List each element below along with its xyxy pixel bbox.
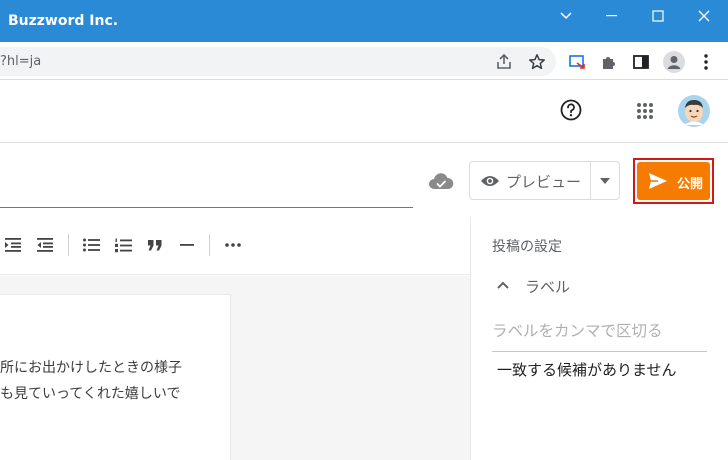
- editor-text-line: も見ていってくれた嬉しいで: [0, 386, 181, 402]
- maximize-button[interactable]: [635, 0, 681, 32]
- user-avatar-icon: [678, 95, 710, 127]
- toolbar-divider: [209, 234, 210, 256]
- share-button[interactable]: [494, 52, 514, 72]
- minimize-icon: [606, 15, 617, 17]
- quote-button[interactable]: [145, 235, 165, 255]
- editor-text-viewport: 所にお出かけしたときの様子 も見ていってくれた嬉しいで: [0, 295, 214, 460]
- address-url: ?hl=ja: [0, 54, 42, 69]
- numbered-list-button[interactable]: [113, 235, 133, 255]
- preview-button[interactable]: プレビュー: [469, 161, 620, 200]
- account-avatar-button[interactable]: [677, 94, 711, 128]
- kebab-menu-icon: [704, 54, 708, 70]
- horizontal-rule-button[interactable]: [177, 235, 197, 255]
- post-settings-panel: 投稿の設定 ラベル 一致する候補がありません: [470, 217, 728, 460]
- profile-avatar-icon: [663, 51, 685, 73]
- publish-button[interactable]: 公開: [637, 162, 710, 200]
- indent-decrease-icon: [37, 238, 53, 252]
- editor-text-line: 所にお出かけしたときの様子: [0, 360, 182, 376]
- help-button[interactable]: [559, 98, 583, 122]
- publish-label: 公開: [677, 177, 704, 192]
- indent-button[interactable]: [4, 235, 24, 255]
- extensions-button[interactable]: [599, 52, 619, 72]
- chevron-up-icon: [497, 281, 509, 289]
- puzzle-icon: [603, 57, 615, 69]
- profile-button[interactable]: [662, 50, 686, 74]
- address-bar[interactable]: ?hl=ja: [0, 47, 556, 76]
- labels-section-header[interactable]: ラベル: [525, 276, 570, 297]
- toolbar-divider: [68, 234, 69, 256]
- window-title: Buzzword Inc.: [8, 13, 119, 29]
- preview-dropdown-button[interactable]: [591, 162, 619, 199]
- bookmark-star-button[interactable]: [527, 52, 547, 72]
- browser-toolbar: ?hl=ja: [0, 42, 728, 80]
- labels-collapse-button[interactable]: [496, 278, 510, 292]
- preview-label: プレビュー: [506, 173, 582, 191]
- horizontal-rule-icon: [180, 244, 194, 246]
- star-icon: [529, 54, 545, 70]
- apps-grid-icon: [637, 103, 653, 119]
- help-icon: [560, 99, 582, 121]
- side-panel-icon: [633, 55, 649, 69]
- more-options-button[interactable]: [222, 235, 244, 255]
- share-icon: [497, 53, 511, 69]
- post-settings-title: 投稿の設定: [492, 239, 562, 255]
- extension-action-button[interactable]: [567, 52, 587, 72]
- chevron-down-icon: [560, 12, 572, 20]
- quote-icon: [148, 239, 162, 250]
- editor-content-area[interactable]: 所にお出かけしたときの様子 も見ていってくれた嬉しいで: [0, 294, 231, 460]
- screen-capture-icon: [569, 55, 585, 69]
- window-menu-chevron-button[interactable]: [543, 0, 589, 32]
- post-title-input-underline[interactable]: [0, 207, 413, 208]
- caret-down-icon: [600, 177, 610, 184]
- browser-menu-button[interactable]: [696, 52, 716, 72]
- labels-input[interactable]: [492, 322, 707, 340]
- app-header: [0, 81, 728, 143]
- cloud-check-icon: [429, 173, 454, 189]
- publish-button-outline: 公開: [633, 158, 714, 204]
- side-panel-button[interactable]: [631, 52, 651, 72]
- bulleted-list-icon: [82, 238, 100, 252]
- numbered-list-icon: [114, 238, 132, 252]
- minimize-button[interactable]: [589, 0, 635, 32]
- eye-icon: [479, 172, 501, 190]
- labels-no-match-message: 一致する候補がありません: [497, 361, 677, 379]
- close-icon: [698, 10, 710, 22]
- save-status-indicator: [428, 171, 454, 191]
- more-horizontal-icon: [225, 243, 241, 247]
- window-titlebar: Buzzword Inc.: [0, 0, 728, 42]
- labels-input-field[interactable]: [492, 322, 707, 352]
- google-apps-button[interactable]: [634, 100, 656, 122]
- indent-increase-icon: [5, 238, 21, 252]
- maximize-icon: [652, 10, 664, 22]
- format-toolbar: [0, 217, 470, 275]
- bulleted-list-button[interactable]: [81, 235, 101, 255]
- outdent-button[interactable]: [36, 235, 56, 255]
- close-window-button[interactable]: [681, 0, 727, 32]
- send-icon: [647, 171, 669, 191]
